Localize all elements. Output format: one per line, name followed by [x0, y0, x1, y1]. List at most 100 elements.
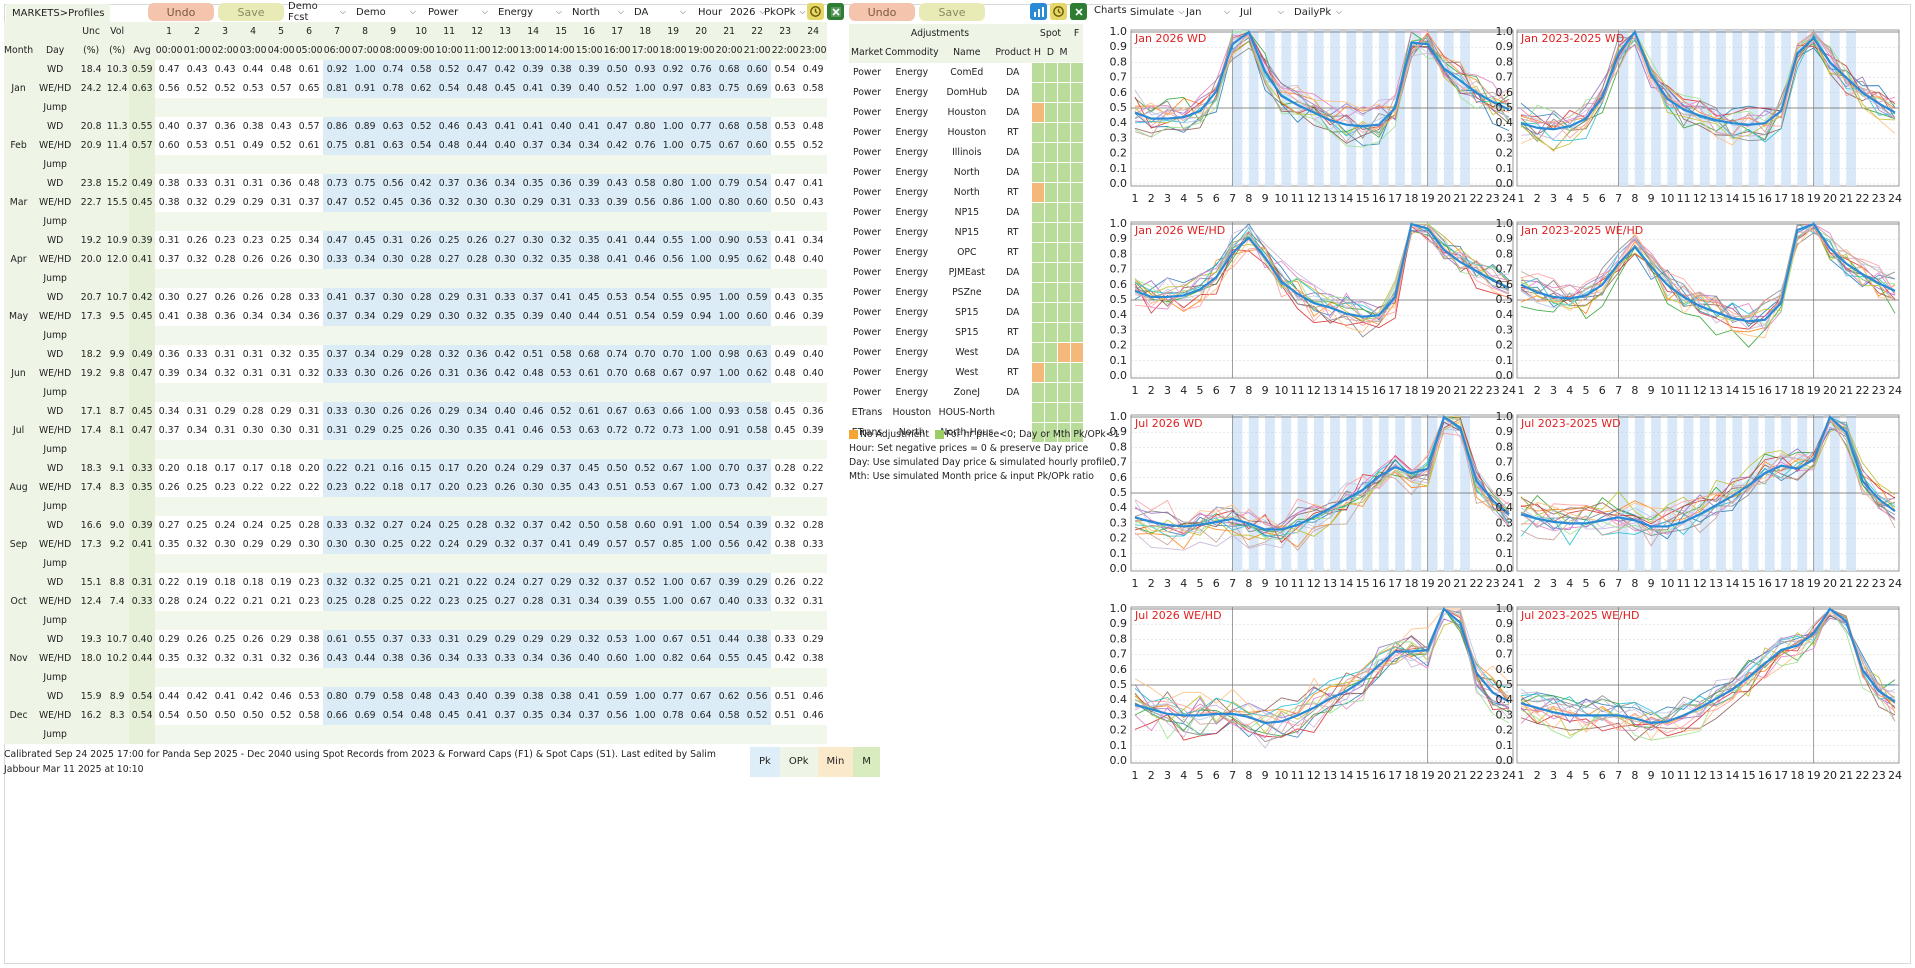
- hour-cell[interactable]: 0.34: [547, 136, 576, 155]
- hour-cell[interactable]: 0.53: [631, 478, 660, 497]
- hour-cell[interactable]: 0.29: [351, 421, 380, 440]
- hour-cell[interactable]: 0.26: [407, 421, 436, 440]
- hour-cell[interactable]: 0.58: [603, 516, 632, 535]
- hour-cell[interactable]: 0.20: [463, 459, 492, 478]
- hour-cell[interactable]: 0.27: [183, 288, 212, 307]
- hour-cell[interactable]: 0.20: [435, 478, 464, 497]
- hour-cell[interactable]: [239, 440, 268, 459]
- unc-cell[interactable]: 15.9: [77, 687, 106, 706]
- hour-cell[interactable]: 0.55: [715, 649, 744, 668]
- hour-cell[interactable]: 0.25: [267, 516, 296, 535]
- hour-cell[interactable]: 0.37: [519, 136, 548, 155]
- hour-cell[interactable]: 1.00: [715, 288, 744, 307]
- hour-cell[interactable]: 0.62: [715, 687, 744, 706]
- hour-cell[interactable]: 0.29: [799, 630, 828, 649]
- hour-cell[interactable]: 0.80: [323, 687, 352, 706]
- hour-cell[interactable]: [799, 611, 828, 630]
- hour-cell[interactable]: 0.37: [519, 516, 548, 535]
- hour-cell[interactable]: 0.50: [603, 60, 632, 79]
- adjustment-toggle-f[interactable]: [1069, 222, 1084, 243]
- hour-cell[interactable]: 0.26: [183, 630, 212, 649]
- hour-cell[interactable]: [407, 725, 436, 744]
- hour-cell[interactable]: 0.51: [519, 345, 548, 364]
- hour-cell[interactable]: 0.56: [743, 687, 772, 706]
- hour-cell[interactable]: 0.39: [603, 193, 632, 212]
- hour-cell[interactable]: [687, 440, 716, 459]
- hour-cell[interactable]: 0.20: [295, 459, 324, 478]
- hour-cell[interactable]: [799, 383, 828, 402]
- hour-cell[interactable]: 0.61: [323, 630, 352, 649]
- vol-cell[interactable]: 15.5: [105, 193, 130, 212]
- hour-cell[interactable]: 0.30: [519, 231, 548, 250]
- hour-cell[interactable]: [603, 98, 632, 117]
- hour-cell[interactable]: 0.60: [743, 60, 772, 79]
- hour-cell[interactable]: [743, 725, 772, 744]
- hour-cell[interactable]: [155, 554, 184, 573]
- adjustment-toggle-d[interactable]: [1043, 122, 1058, 143]
- hour-cell[interactable]: [407, 497, 436, 516]
- hour-cell[interactable]: 0.93: [715, 402, 744, 421]
- hour-cell[interactable]: 0.58: [743, 117, 772, 136]
- hour-cell[interactable]: [603, 383, 632, 402]
- vol-cell[interactable]: [105, 554, 130, 573]
- hour-cell[interactable]: 0.34: [183, 364, 212, 383]
- hour-cell[interactable]: 0.55: [631, 592, 660, 611]
- hour-cell[interactable]: 0.67: [687, 573, 716, 592]
- hour-cell[interactable]: 0.52: [183, 79, 212, 98]
- hour-cell[interactable]: 0.61: [295, 136, 324, 155]
- hour-cell[interactable]: 0.37: [183, 117, 212, 136]
- adjustment-toggle-d[interactable]: [1043, 102, 1058, 123]
- hour-cell[interactable]: 0.60: [743, 193, 772, 212]
- unc-cell[interactable]: [77, 497, 106, 516]
- hour-cell[interactable]: 0.31: [211, 421, 240, 440]
- hour-cell[interactable]: 0.58: [295, 706, 324, 725]
- hour-cell[interactable]: 0.63: [379, 117, 408, 136]
- hour-cell[interactable]: [155, 668, 184, 687]
- hour-cell[interactable]: 0.39: [519, 60, 548, 79]
- hour-cell[interactable]: 0.36: [211, 117, 240, 136]
- adjustment-toggle-m[interactable]: [1056, 82, 1071, 103]
- adjustment-toggle-m[interactable]: [1056, 342, 1071, 363]
- hour-cell[interactable]: 0.43: [183, 60, 212, 79]
- hour-cell[interactable]: [799, 98, 828, 117]
- hour-cell[interactable]: [463, 155, 492, 174]
- hour-cell[interactable]: 0.33: [183, 345, 212, 364]
- hour-cell[interactable]: [631, 212, 660, 231]
- hour-cell[interactable]: 0.57: [267, 79, 296, 98]
- hour-cell[interactable]: 0.44: [631, 231, 660, 250]
- hour-cell[interactable]: 0.31: [435, 364, 464, 383]
- hour-cell[interactable]: [211, 98, 240, 117]
- vol-cell[interactable]: [105, 326, 130, 345]
- select-commodity[interactable]: Power ⌵: [424, 3, 492, 21]
- hour-cell[interactable]: [491, 668, 520, 687]
- hour-cell[interactable]: 0.33: [799, 535, 828, 554]
- hour-cell[interactable]: [603, 725, 632, 744]
- hour-cell[interactable]: [631, 326, 660, 345]
- hour-cell[interactable]: 0.83: [687, 79, 716, 98]
- adjustment-toggle-h[interactable]: [1030, 222, 1045, 243]
- hour-cell[interactable]: 1.00: [659, 592, 688, 611]
- unc-cell[interactable]: 17.4: [77, 421, 106, 440]
- adjustment-toggle-f[interactable]: [1069, 102, 1084, 123]
- hour-cell[interactable]: 0.32: [211, 649, 240, 668]
- hour-cell[interactable]: 0.29: [547, 630, 576, 649]
- hour-cell[interactable]: 0.40: [799, 364, 828, 383]
- hour-cell[interactable]: 0.41: [463, 706, 492, 725]
- hour-cell[interactable]: [155, 212, 184, 231]
- hour-cell[interactable]: 0.48: [771, 364, 800, 383]
- hour-cell[interactable]: [575, 611, 604, 630]
- hour-cell[interactable]: 0.67: [687, 687, 716, 706]
- hour-cell[interactable]: 0.42: [743, 478, 772, 497]
- hour-cell[interactable]: 0.30: [519, 478, 548, 497]
- hour-cell[interactable]: 0.24: [239, 516, 268, 535]
- undo-button[interactable]: Undo: [148, 3, 214, 21]
- hour-cell[interactable]: 0.51: [771, 687, 800, 706]
- hour-cell[interactable]: 0.42: [491, 60, 520, 79]
- hour-cell[interactable]: 0.50: [239, 706, 268, 725]
- hour-cell[interactable]: 0.36: [155, 345, 184, 364]
- hour-cell[interactable]: 0.26: [407, 364, 436, 383]
- hour-cell[interactable]: [547, 554, 576, 573]
- hour-cell[interactable]: 0.34: [519, 649, 548, 668]
- hour-cell[interactable]: [771, 269, 800, 288]
- hour-cell[interactable]: 0.35: [491, 307, 520, 326]
